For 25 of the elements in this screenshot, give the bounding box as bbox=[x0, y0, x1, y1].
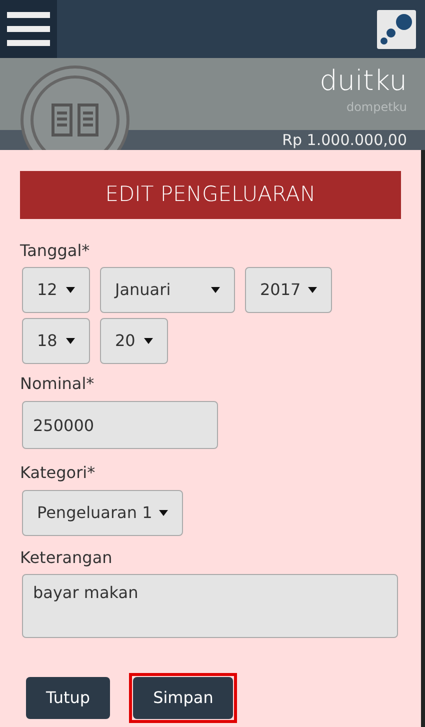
date-label: Tanggal* bbox=[20, 240, 91, 262]
hour-select[interactable]: 18 bbox=[22, 318, 90, 364]
dialog-button[interactable]: Simpan bbox=[133, 677, 234, 719]
amount-label: Nominal* bbox=[20, 373, 96, 395]
dropdown-arrow-icon bbox=[211, 287, 220, 293]
dropdown-arrow-icon bbox=[159, 510, 168, 516]
dropdown-arrow-icon bbox=[144, 338, 153, 344]
dropdown-arrow-icon bbox=[308, 287, 317, 293]
dialog-button[interactable]: Tutup bbox=[26, 677, 110, 719]
dialog-title: EDIT PENGELUARAN bbox=[20, 171, 401, 219]
menu-button[interactable] bbox=[0, 0, 57, 58]
category-select[interactable]: Pengeluaran 1 bbox=[22, 490, 183, 536]
dropdown-arrow-icon bbox=[66, 287, 75, 293]
note-field[interactable]: bayar makan bbox=[22, 574, 398, 638]
app-title: duitku bbox=[320, 64, 407, 98]
logo-icon bbox=[377, 10, 416, 48]
day-select[interactable]: 12 bbox=[22, 267, 90, 313]
amount-field[interactable]: 250000 bbox=[22, 401, 218, 449]
month-select[interactable]: Januari bbox=[100, 267, 235, 313]
minute-select[interactable]: 20 bbox=[100, 318, 168, 364]
category-label: Kategori* bbox=[20, 462, 96, 484]
year-select[interactable]: 2017 bbox=[245, 267, 332, 313]
note-label: Keterangan bbox=[20, 547, 114, 569]
balance-text: Rp 1.000.000,00 bbox=[282, 130, 407, 150]
dropdown-arrow-icon bbox=[66, 338, 75, 344]
